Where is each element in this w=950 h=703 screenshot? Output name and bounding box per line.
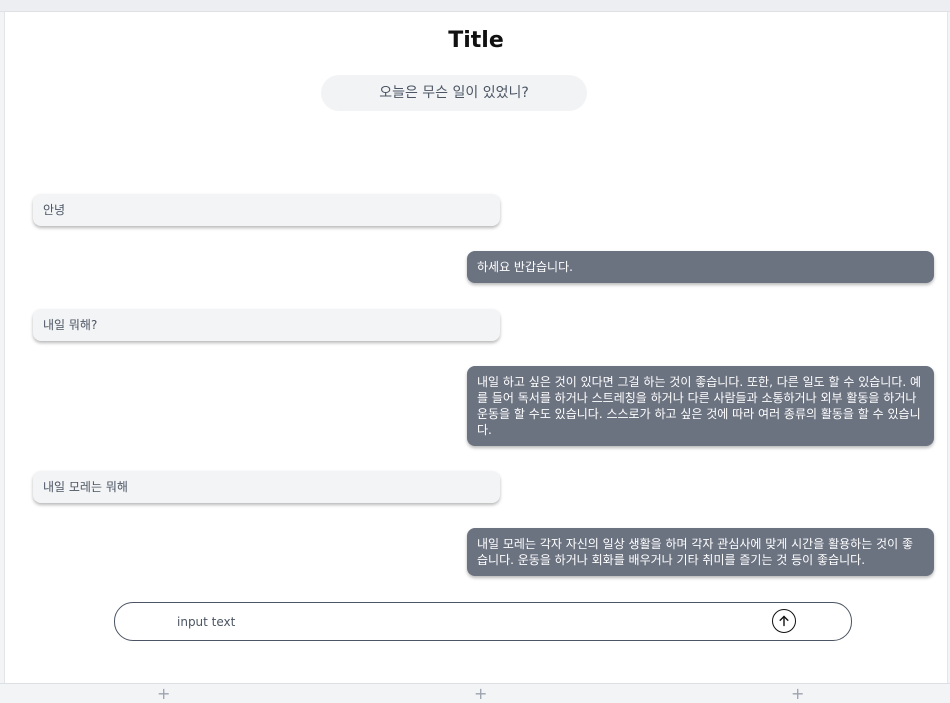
add-icon[interactable]: + (791, 686, 804, 702)
chat-input[interactable] (175, 612, 739, 632)
window-top-bar (0, 0, 950, 12)
add-icon[interactable]: + (157, 686, 170, 702)
chat-panel: Title 오늘은 무슨 일이 있었니? 안녕 하세요 반갑습니다. 내일 뭐해… (4, 12, 948, 684)
arrow-up-icon (779, 615, 789, 627)
add-icon[interactable]: + (474, 686, 487, 702)
bot-message: 내일 하고 싶은 것이 있다면 그걸 하는 것이 좋습니다. 또한, 다른 일도… (467, 366, 934, 446)
prompt-question: 오늘은 무슨 일이 있었니? (321, 75, 587, 111)
send-button[interactable] (772, 609, 796, 633)
chat-input-bar (114, 602, 852, 641)
page-title: Title (448, 28, 504, 53)
bot-message: 하세요 반갑습니다. (467, 251, 934, 283)
user-message: 내일 뭐해? (33, 309, 500, 341)
user-message: 내일 모레는 뭐해 (33, 471, 500, 503)
user-message: 안녕 (33, 194, 500, 226)
bot-message: 내일 모레는 각자 자신의 일상 생활을 하며 각자 관심사에 맞게 시간을 활… (467, 528, 934, 576)
